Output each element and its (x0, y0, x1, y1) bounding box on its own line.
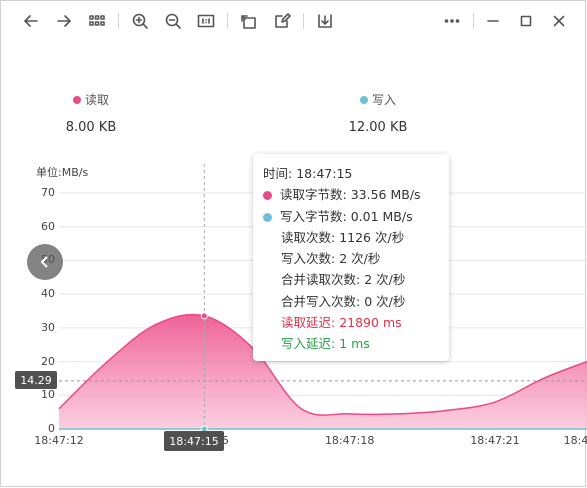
crosshair-y-value: 14.29 (15, 371, 57, 389)
image-viewer-window: 读取 8.00 KB 写入 12.00 KB 单位:MB/s 706050403… (0, 0, 587, 487)
tooltip-time-label: 时间: (263, 166, 293, 181)
tooltip-label: 合并读取次数: (281, 272, 361, 288)
tooltip-row-write-bytes: 写入字节数: 0.01 MB/s (263, 206, 439, 227)
tooltip-label: 写入次数: (281, 251, 336, 267)
tooltip-label: 合并写入次数: (281, 293, 361, 309)
tooltip-label: 写入延迟: (281, 336, 336, 352)
tooltip-value: 1 ms (339, 336, 370, 352)
read-series-dot-icon (263, 191, 272, 201)
chevron-left-icon (40, 256, 48, 268)
tooltip-row-write-latency: 写入延迟: 1 ms (263, 333, 439, 354)
crosshair-x-value: 18:47:15 (164, 431, 224, 451)
tooltip-value: 2 次/秒 (364, 272, 406, 288)
write-series-dot-icon (263, 212, 272, 222)
tooltip-value: 33.56 MB/s (350, 187, 421, 203)
tooltip-row-write-count: 写入次数: 2 次/秒 (263, 248, 439, 269)
tooltip-value: 2 次/秒 (339, 251, 381, 267)
tooltip-row-read-latency: 读取延迟: 21890 ms (263, 312, 439, 333)
tooltip-label: 读取延迟: (281, 315, 336, 331)
previous-image-button[interactable] (27, 244, 63, 280)
chart-tooltip: 时间: 18:47:15 读取字节数: 33.56 MB/s 写入字节数: 0.… (253, 154, 449, 361)
tooltip-value: 1126 次/秒 (339, 229, 405, 245)
tooltip-time-value: 18:47:15 (296, 166, 353, 181)
read-hover-point (200, 312, 208, 320)
tooltip-value: 0.01 MB/s (350, 208, 413, 224)
tooltip-value: 21890 ms (339, 315, 402, 331)
tooltip-label: 读取字节数: (280, 187, 347, 203)
tooltip-row-read-bytes: 读取字节数: 33.56 MB/s (263, 184, 439, 205)
tooltip-time-row: 时间: 18:47:15 (263, 163, 439, 184)
tooltip-row-read-count: 读取次数: 1126 次/秒 (263, 227, 439, 248)
tooltip-row-merged-read: 合并读取次数: 2 次/秒 (263, 269, 439, 290)
tooltip-label: 读取次数: (281, 229, 336, 245)
tooltip-value: 0 次/秒 (364, 293, 406, 309)
tooltip-label: 写入字节数: (280, 208, 347, 224)
tooltip-row-merged-write: 合并写入次数: 0 次/秒 (263, 291, 439, 312)
